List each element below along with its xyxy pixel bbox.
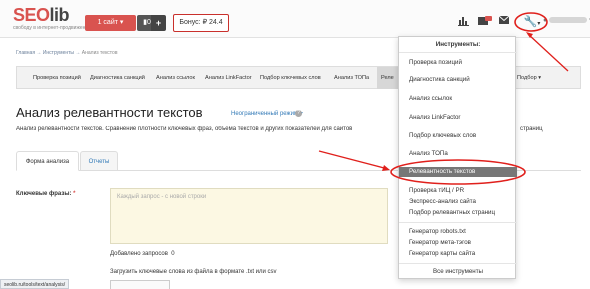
dropdown-divider [399, 263, 517, 264]
badge-count-icon[interactable] [478, 16, 492, 28]
dropdown-divider [399, 222, 517, 223]
logo[interactable]: SEOlib свободу в интернет-продвижении [13, 6, 91, 31]
logo-wordmark: SEOlib [13, 5, 70, 25]
menu-item-keywords[interactable]: Подбор ключевых слов [409, 132, 476, 139]
required-mark: * [73, 191, 76, 197]
envelope-icon[interactable] [498, 15, 510, 28]
menu-item-all-tools[interactable]: Все инструменты [399, 268, 517, 275]
add-button[interactable]: + [151, 15, 166, 31]
menu-item-express[interactable]: Экспресс-анализ сайта [409, 198, 476, 205]
menu-item-linkfactor[interactable]: Анализ LinkFactor [409, 114, 461, 121]
menu-item-positions[interactable]: Проверка позиций [409, 59, 462, 66]
subnav-keywords[interactable]: Подбор ключевых слов [260, 67, 321, 89]
subnav-positions[interactable]: Проверка позиций [33, 67, 81, 89]
bonus-badge[interactable]: Бонус: ₽ 24.4 [173, 14, 229, 32]
added-queries-counter: Добавлено запросов 0 [110, 251, 175, 257]
user-email-redacted [549, 17, 588, 24]
keywords-label: Ключевые фразы: * [16, 191, 76, 197]
subnav-linkfactor[interactable]: Анализ LinkFactor [205, 67, 252, 89]
mode-selector[interactable]: Неограниченный режим ▾ [231, 110, 303, 117]
chart-icon[interactable] [458, 16, 469, 28]
breadcrumb: Главная → Инструменты → Анализ текстов [16, 50, 118, 56]
user-menu[interactable]: ● ▾ [543, 16, 590, 24]
tools-dropdown-menu: Инструменты: Проверка позиций Диагностик… [398, 36, 517, 279]
page-description: Анализ релевантности текстов. Сравнение … [16, 126, 353, 132]
menu-item-robots[interactable]: Генератор robots.txt [409, 228, 466, 235]
page-description-tail: страниц [520, 126, 543, 132]
breadcrumb-home[interactable]: Главная [16, 50, 35, 56]
breadcrumb-current: Анализ текстов [81, 50, 118, 56]
menu-item-relevant-pages[interactable]: Подбор релевантных страниц [409, 209, 495, 216]
menu-item-tic-pr[interactable]: Проверка тИЦ / PR [409, 187, 464, 194]
help-icon[interactable]: ? [295, 110, 302, 117]
sites-button[interactable]: 1 сайт ▾ [85, 15, 136, 31]
subnav-relevance[interactable]: Реле [377, 67, 398, 89]
subnav-sanctions[interactable]: Диагностика санкций [90, 67, 145, 89]
breadcrumb-tools[interactable]: Инструменты [43, 50, 74, 56]
tab-reports[interactable]: Отчеты [80, 151, 118, 171]
added-queries-count: 0 [171, 251, 175, 257]
dropdown-header: Инструменты: [435, 41, 481, 48]
file-upload-input[interactable] [110, 280, 170, 289]
logo-subtitle: свободу в интернет-продвижении [13, 25, 91, 31]
top-bar: SEOlib свободу в интернет-продвижении 1 … [0, 0, 590, 38]
subnav-links[interactable]: Анализ ссылок [156, 67, 195, 89]
dropdown-divider [399, 52, 517, 53]
tools-menu-button[interactable]: 🔧▾ [520, 13, 544, 31]
status-bar-url: seolib.ru/tools/text/analysis/ [0, 279, 70, 289]
wrench-icon: 🔧 [523, 16, 538, 28]
menu-item-links[interactable]: Анализ ссылок [409, 95, 452, 102]
tab-analysis-form[interactable]: Форма анализа [16, 151, 79, 171]
subnav-more[interactable]: Подбор ▾ [517, 67, 541, 89]
keywords-textarea[interactable] [110, 188, 388, 244]
menu-item-sitemap[interactable]: Генератор карты сайта [409, 250, 475, 257]
menu-item-relevance[interactable]: Релевантность текстов [399, 167, 517, 177]
subnav-top[interactable]: Анализ ТОПа [334, 67, 369, 89]
annotation-arrow-relevance [318, 150, 385, 169]
upload-label: Загрузить ключевые слова из файла в форм… [110, 269, 277, 275]
menu-item-meta[interactable]: Генератор мета-тэгов [409, 239, 471, 246]
chevron-down-icon: ▾ [537, 21, 541, 27]
page-title: Анализ релевантности текстов [16, 105, 203, 120]
menu-item-sanctions[interactable]: Диагностика санкций [409, 76, 470, 83]
user-icon: ● [543, 17, 548, 24]
menu-item-top[interactable]: Анализ ТОПа [409, 150, 448, 157]
